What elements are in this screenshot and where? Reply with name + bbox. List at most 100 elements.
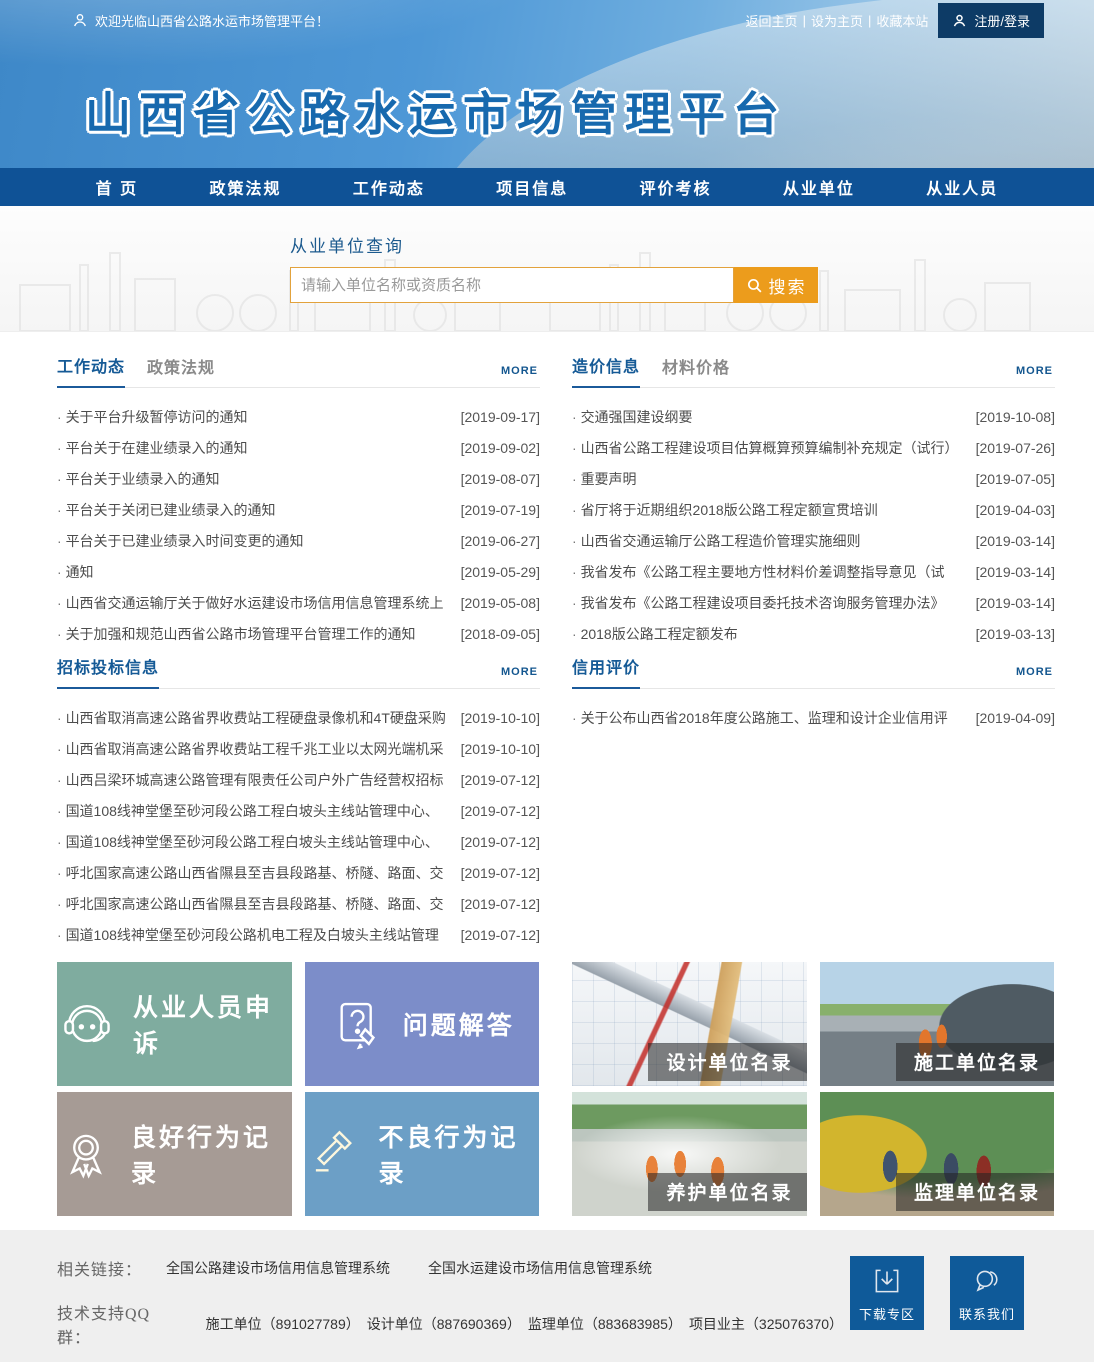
tile-label: 不良行为记录	[379, 1118, 540, 1190]
qq-design-link[interactable]: 设计单位（887690369）	[367, 1314, 518, 1334]
news-item-title: 山西省公路工程建设项目估算概算预算编制补充规定（试行）	[572, 438, 968, 458]
tab-bidding[interactable]: 招标投标信息	[57, 654, 159, 689]
cost-more-link[interactable]: MORE	[1016, 365, 1053, 377]
news-item[interactable]: 山西省取消高速公路省界收费站工程千兆工业以太网光端机采 [2019-10-10]	[57, 733, 540, 764]
question-answer-tile[interactable]: 问题解答	[305, 962, 540, 1086]
maintenance-units-directory[interactable]: 养护单位名录	[572, 1092, 807, 1216]
work-more-link[interactable]: MORE	[501, 365, 538, 377]
tab-cost-info[interactable]: 造价信息	[572, 353, 640, 388]
user-icon	[72, 12, 88, 28]
news-item-date: [2019-07-12]	[461, 865, 540, 881]
news-item-title: 我省发布《公路工程建设项目委托技术咨询服务管理办法》	[572, 593, 968, 613]
tile-label: 问题解答	[403, 1006, 515, 1042]
news-item[interactable]: 通知 [2019-05-29]	[57, 556, 540, 587]
supervision-units-directory[interactable]: 监理单位名录	[820, 1092, 1055, 1216]
news-item[interactable]: 国道108线神堂堡至砂河段公路机电工程及白坡头主线站管理 [2019-07-12…	[57, 919, 540, 950]
nav-item[interactable]: 政策法规	[209, 175, 281, 199]
news-item[interactable]: 山西省公路工程建设项目估算概算预算编制补充规定（试行） [2019-07-26]	[572, 432, 1055, 463]
news-item-title: 山西省交通运输厅公路工程造价管理实施细则	[572, 531, 968, 551]
construction-units-directory[interactable]: 施工单位名录	[820, 962, 1055, 1086]
topbar-links: 返回主页| 设为主页| 收藏本站	[746, 11, 929, 30]
news-item-date: [2019-03-13]	[976, 626, 1055, 642]
cost-info-panel: 造价信息 材料价格 MORE 交通强国建设纲要 [2019-10-08] 山西省…	[572, 354, 1055, 649]
news-item[interactable]: 平台关于业绩录入的通知 [2019-08-07]	[57, 463, 540, 494]
news-item-title: 山西省取消高速公路省界收费站工程千兆工业以太网光端机采	[57, 739, 453, 759]
news-item-title: 关于加强和规范山西省公路市场管理平台管理工作的通知	[57, 624, 453, 644]
news-item-date: [2019-06-27]	[461, 533, 540, 549]
personnel-appeal-tile[interactable]: 从业人员申诉	[57, 962, 292, 1086]
work-news-panel: 工作动态 政策法规 MORE 关于平台升级暂停访问的通知 [2019-09-17…	[57, 354, 540, 649]
good-behavior-tile[interactable]: 良好行为记录	[57, 1092, 292, 1216]
search-section-title: 从业单位查询	[290, 232, 1094, 257]
news-item[interactable]: 重要声明 [2019-07-05]	[572, 463, 1055, 494]
highway-credit-system-link[interactable]: 全国公路建设市场信用信息管理系统	[166, 1258, 390, 1278]
news-item[interactable]: 山西吕梁环城高速公路管理有限责任公司户外广告经营权招标 [2019-07-12]	[57, 764, 540, 795]
news-item[interactable]: 我省发布《公路工程建设项目委托技术咨询服务管理办法》 [2019-03-14]	[572, 587, 1055, 618]
news-item[interactable]: 平台关于在建业绩录入的通知 [2019-09-02]	[57, 432, 540, 463]
news-item-title: 平台关于在建业绩录入的通知	[57, 438, 453, 458]
news-item-date: [2019-10-10]	[461, 741, 540, 757]
tile-label: 从业人员申诉	[133, 988, 292, 1060]
nav-item[interactable]: 从业单位	[783, 175, 855, 199]
qq-owner-link[interactable]: 项目业主（325076370）	[689, 1314, 840, 1334]
news-item-date: [2019-04-09]	[976, 710, 1055, 726]
news-item[interactable]: 山西省取消高速公路省界收费站工程硬盘录像机和4T硬盘采购 [2019-10-10…	[57, 702, 540, 733]
news-item[interactable]: 平台关于已建业绩录入时间变更的通知 [2019-06-27]	[57, 525, 540, 556]
contact-us-button[interactable]: 联系我们	[950, 1256, 1024, 1330]
contact-us-label: 联系我们	[959, 1304, 1015, 1323]
download-zone-label: 下载专区	[859, 1304, 915, 1323]
news-item[interactable]: 呼北国家高速公路山西省隰县至吉县段路基、桥隧、路面、交 [2019-07-12]	[57, 888, 540, 919]
photo-label: 养护单位名录	[648, 1173, 806, 1211]
download-zone-button[interactable]: 下载专区	[850, 1256, 924, 1330]
news-item[interactable]: 山西省交通运输厅关于做好水运建设市场信用信息管理系统上 [2019-05-08]	[57, 587, 540, 618]
news-item[interactable]: 省厅将于近期组织2018版公路工程定额宣贯培训 [2019-04-03]	[572, 494, 1055, 525]
news-item[interactable]: 国道108线神堂堡至砂河段公路工程白坡头主线站管理中心、 [2019-07-12…	[57, 826, 540, 857]
news-item-title: 国道108线神堂堡至砂河段公路机电工程及白坡头主线站管理	[57, 925, 453, 945]
login-register-button[interactable]: 注册/登录	[938, 3, 1044, 38]
credit-more-link[interactable]: MORE	[1016, 666, 1053, 678]
news-item[interactable]: 2018版公路工程定额发布 [2019-03-13]	[572, 618, 1055, 649]
related-links-row: 相关链接： 全国公路建设市场信用信息管理系统 全国水运建设市场信用信息管理系统	[57, 1256, 850, 1280]
news-item[interactable]: 山西省交通运输厅公路工程造价管理实施细则 [2019-03-14]	[572, 525, 1055, 556]
nav-item[interactable]: 首 页	[96, 175, 138, 199]
waterway-credit-system-link[interactable]: 全国水运建设市场信用信息管理系统	[428, 1258, 652, 1278]
bidding-more-link[interactable]: MORE	[501, 666, 538, 678]
favorite-link[interactable]: 收藏本站	[876, 11, 928, 30]
medal-icon	[57, 1125, 115, 1183]
news-item[interactable]: 呼北国家高速公路山西省隰县至吉县段路基、桥隧、路面、交 [2019-07-12]	[57, 857, 540, 888]
search-input[interactable]	[290, 267, 734, 303]
welcome-text: 欢迎光临山西省公路水运市场管理平台！	[95, 11, 329, 30]
search-button[interactable]: 搜索	[734, 267, 818, 303]
news-item[interactable]: 关于加强和规范山西省公路市场管理平台管理工作的通知 [2018-09-05]	[57, 618, 540, 649]
nav-item[interactable]: 从业人员	[926, 175, 998, 199]
home-link[interactable]: 返回主页	[746, 11, 798, 30]
tab-credit[interactable]: 信用评价	[572, 654, 640, 689]
set-home-link[interactable]: 设为主页	[811, 11, 863, 30]
news-item-title: 关于公布山西省2018年度公路施工、监理和设计企业信用评	[572, 708, 968, 728]
news-item-date: [2018-09-05]	[461, 626, 540, 642]
qq-supervision-link[interactable]: 监理单位（883683985）	[528, 1314, 679, 1334]
site-title: 山西省公路水运市场管理平台	[85, 78, 1094, 144]
news-item[interactable]: 关于公布山西省2018年度公路施工、监理和设计企业信用评 [2019-04-09…	[572, 702, 1055, 733]
news-item-title: 省厅将于近期组织2018版公路工程定额宣贯培训	[572, 500, 968, 520]
qq-construction-link[interactable]: 施工单位（891027789）	[206, 1314, 357, 1334]
main-content: 工作动态 政策法规 MORE 关于平台升级暂停访问的通知 [2019-09-17…	[0, 332, 1094, 1230]
news-item[interactable]: 国道108线神堂堡至砂河段公路工程白坡头主线站管理中心、 [2019-07-12…	[57, 795, 540, 826]
nav-item[interactable]: 项目信息	[496, 175, 568, 199]
news-item-date: [2019-07-12]	[461, 834, 540, 850]
news-item-date: [2019-05-08]	[461, 595, 540, 611]
news-item[interactable]: 交通强国建设纲要 [2019-10-08]	[572, 401, 1055, 432]
news-item-title: 呼北国家高速公路山西省隰县至吉县段路基、桥隧、路面、交	[57, 894, 453, 914]
login-register-label: 注册/登录	[974, 11, 1030, 30]
tab-work-news[interactable]: 工作动态	[57, 353, 125, 388]
news-item[interactable]: 我省发布《公路工程主要地方性材料价差调整指导意见（试 [2019-03-14]	[572, 556, 1055, 587]
nav-item[interactable]: 工作动态	[353, 175, 425, 199]
tab-material-price[interactable]: 材料价格	[662, 354, 730, 387]
search-icon	[746, 277, 763, 294]
bad-behavior-tile[interactable]: 不良行为记录	[305, 1092, 540, 1216]
nav-item[interactable]: 评价考核	[640, 175, 712, 199]
design-units-directory[interactable]: 设计单位名录	[572, 962, 807, 1086]
news-item[interactable]: 平台关于关闭已建业绩录入的通知 [2019-07-19]	[57, 494, 540, 525]
news-item[interactable]: 关于平台升级暂停访问的通知 [2019-09-17]	[57, 401, 540, 432]
tab-policy[interactable]: 政策法规	[147, 354, 215, 387]
